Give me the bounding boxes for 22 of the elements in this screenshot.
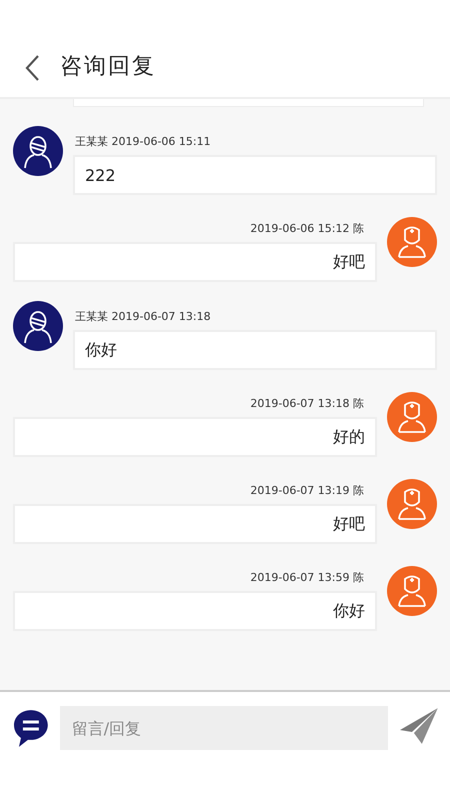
send-icon[interactable] (398, 706, 440, 746)
avatar-icon (13, 301, 63, 351)
message-meta: 王某某 2019-06-07 13:18 (74, 309, 212, 324)
avatar-icon (13, 126, 63, 176)
avatar-icon (387, 392, 437, 442)
chat-icon[interactable] (12, 708, 50, 748)
message-meta: 2019-06-07 13:59 陈 (249, 570, 365, 585)
message-meta: 2019-06-07 13:19 陈 (249, 483, 365, 498)
message-bubble: 222 (73, 155, 437, 195)
avatar-icon (387, 566, 437, 616)
message-meta: 2019-06-07 13:18 陈 (249, 396, 365, 411)
message-bubble: 你好 (73, 330, 437, 370)
avatar-icon (387, 217, 437, 267)
message-bubble: 你好 (13, 591, 377, 631)
message-meta: 王某某 2019-06-06 15:11 (74, 134, 212, 149)
message-bubble: 好吧 (13, 504, 377, 544)
message-bubble: 好吧 (13, 242, 377, 282)
page-title: 咨询回复 (60, 53, 156, 81)
message-meta: 2019-06-06 15:12 陈 (249, 221, 365, 236)
avatar-icon (387, 479, 437, 529)
message-bubble: 好的 (13, 417, 377, 457)
message-input[interactable]: 留言/回复 (60, 706, 388, 750)
